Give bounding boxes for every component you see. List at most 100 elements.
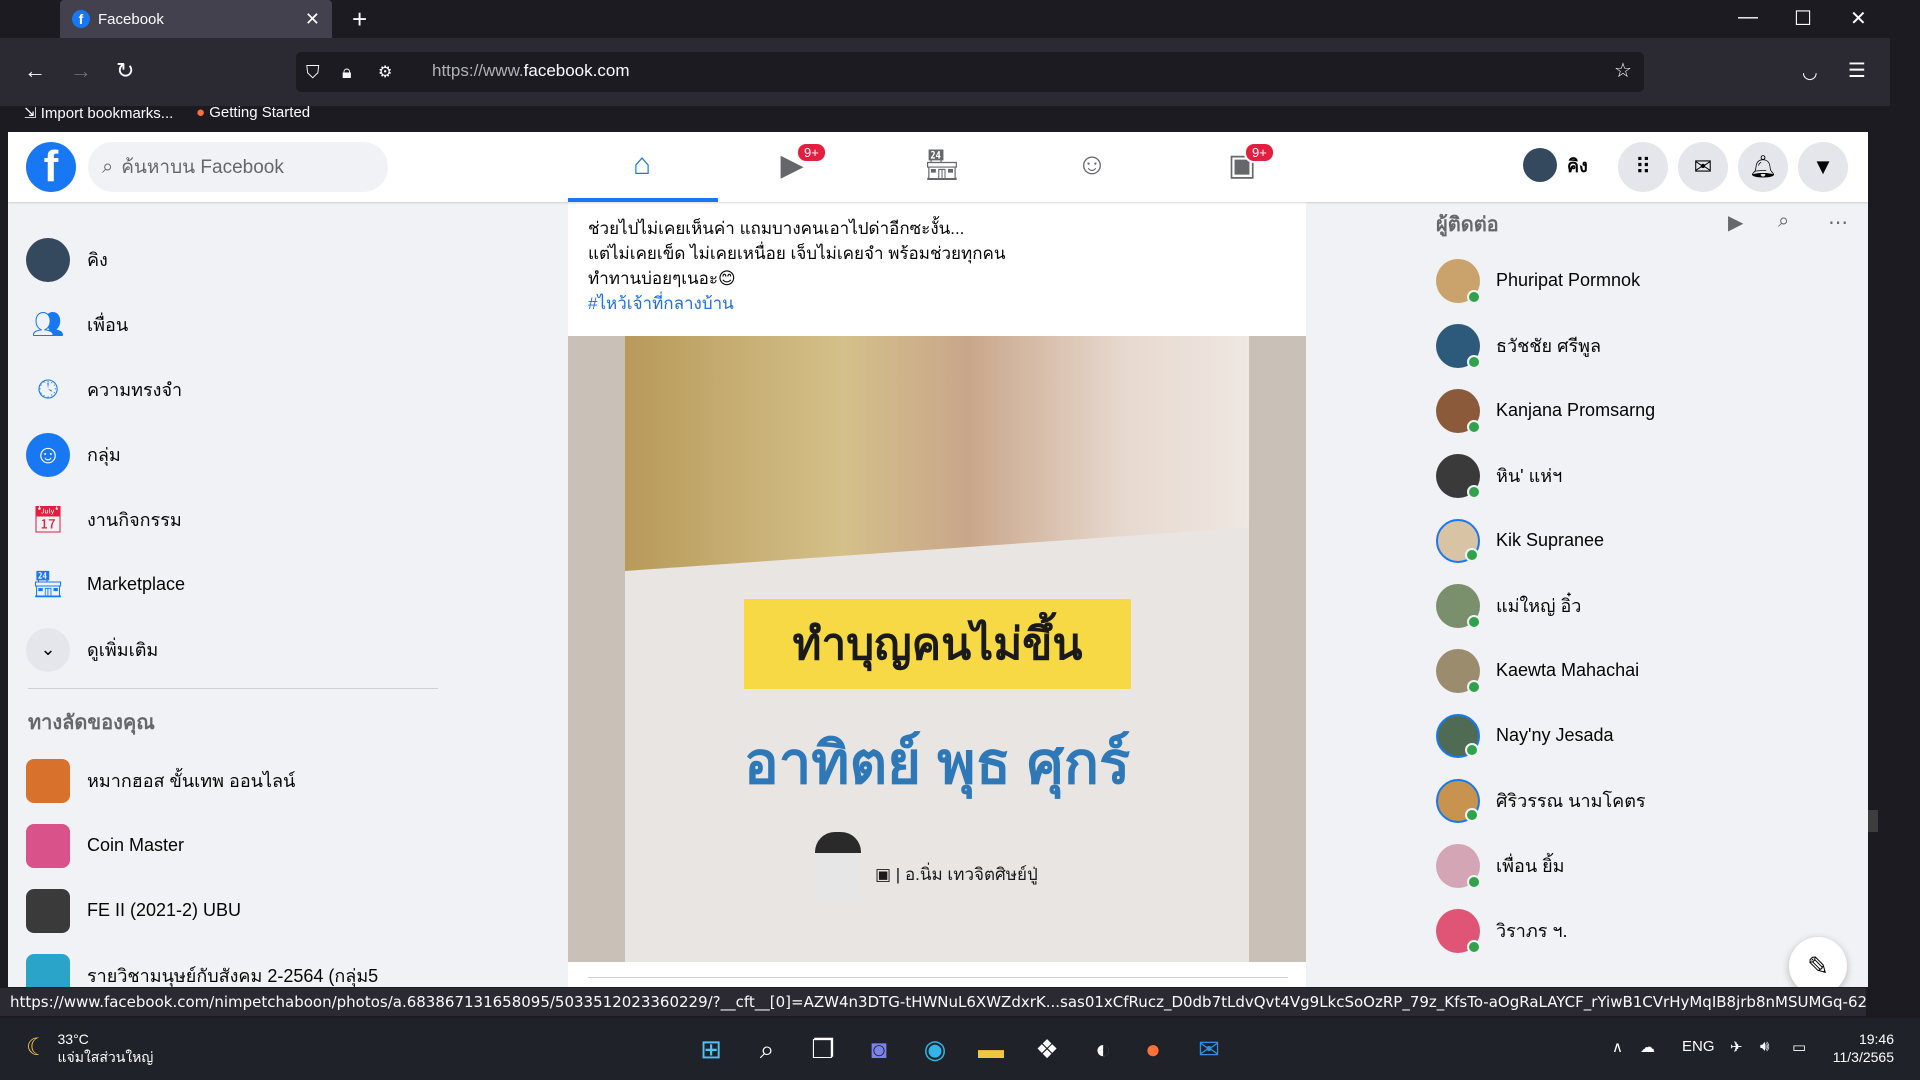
shortcut-item[interactable]: รายวิชามนุษย์กับสังคม 2-2564 (กลุ่ม5 (26, 943, 446, 987)
bookmark-getting-started-label: Getting Started (209, 104, 311, 121)
clock[interactable]: 19:46 11/3/2565 (1833, 1030, 1894, 1066)
tray-chevron-icon[interactable]: ∧ (1612, 1038, 1623, 1056)
tab-facebook[interactable]: f Facebook ✕ (60, 0, 332, 38)
groups-nav-icon[interactable]: ☺ (1072, 148, 1112, 188)
marketplace-nav-icon[interactable]: 🏪︎ (922, 148, 962, 188)
sidebar-item-see-more[interactable]: ⌄ ดูเพิ่มเติม (26, 617, 446, 682)
video-call-icon[interactable]: ▶ (1728, 210, 1743, 235)
bookmark-getting-started[interactable]: ● Getting Started (196, 104, 310, 121)
pocket-icon[interactable]: ◡ (1802, 62, 1818, 83)
photo-credit-text: อ.นิ่ม เทวจิตศิษย์ปู่ (904, 865, 1038, 884)
tab-strip: f Facebook ✕ + — ☐ ✕ (0, 0, 1890, 38)
taskbar-search-icon[interactable]: ⌕ (750, 1032, 784, 1066)
lock-icon[interactable]: 🔒︎ (342, 62, 352, 83)
mail-icon[interactable]: ✉ (1192, 1032, 1226, 1066)
sidebar-item-profile[interactable]: คิง (26, 227, 446, 292)
avatar (26, 237, 70, 282)
weather-widget[interactable]: ☾ 33°C แจ่มใสส่วนใหญ่ (26, 1030, 153, 1066)
battery-icon[interactable]: ▭ (1792, 1038, 1806, 1056)
post-hashtag[interactable]: #ไหว้เจ้าที่กลางบ้าน (588, 291, 1006, 316)
account-dropdown-icon[interactable]: ▼ (1798, 142, 1848, 192)
contact-item[interactable]: หิน' แห่ฯ (1436, 443, 1836, 508)
bookmark-import-label: Import bookmarks... (40, 105, 174, 122)
contact-item[interactable]: แม่ใหญ่ อิ๋ว (1436, 573, 1836, 638)
status-url: https://www.facebook.com/nimpetchaboon/p… (0, 988, 1866, 1016)
online-dot (1467, 419, 1481, 434)
menu-icon[interactable]: ☰ (1848, 58, 1866, 83)
shield-icon[interactable]: ⛉ (306, 62, 320, 83)
maximize-icon[interactable]: ☐ (1794, 6, 1812, 31)
contact-item[interactable]: Phuripat Pormnok (1436, 248, 1836, 313)
comment-bar[interactable] (588, 977, 1288, 987)
sidebar-item-events[interactable]: 📅︎ งานกิจกรรม (26, 487, 446, 552)
photo-days-text: อาทิตย์ พุธ ศุกร์ (743, 731, 1131, 796)
sidebar-item-marketplace[interactable]: 🏪︎ Marketplace (26, 552, 446, 617)
edge-icon[interactable]: ◉ (918, 1032, 952, 1066)
photo-credit: ▣ | อ.นิ่ม เทวจิตศิษย์ปู่ (875, 865, 1038, 884)
permissions-icon[interactable]: ⚙ (378, 62, 392, 82)
contact-item[interactable]: Nay'ny Jesada (1436, 703, 1836, 768)
contacts-title: ผู้ติดต่อ (1436, 214, 1499, 236)
online-dot (1467, 874, 1481, 889)
contact-name: ศิริวรรณ นามโคตร (1496, 791, 1646, 811)
contact-item[interactable]: เพื่อน ยิ้ม (1436, 833, 1836, 898)
back-icon[interactable]: ← (24, 58, 46, 84)
volume-icon[interactable]: 🔊︎ (1760, 1038, 1769, 1055)
contact-item[interactable]: Kik Supranee (1436, 508, 1836, 573)
shortcuts-title: ทางลัดของคุณ (28, 712, 155, 734)
facebook-logo-icon[interactable]: f (26, 142, 76, 192)
steam-icon[interactable]: ◐ (1086, 1032, 1120, 1066)
more-options-icon[interactable]: ⋯ (1828, 210, 1848, 235)
tab-close-icon[interactable]: ✕ (305, 9, 320, 30)
task-view-icon[interactable]: ❐ (806, 1032, 840, 1066)
new-message-icon[interactable]: ✎ (1789, 937, 1847, 987)
teams-chat-icon[interactable]: ◙ (862, 1032, 896, 1066)
messenger-icon[interactable]: ✉ (1678, 142, 1728, 192)
shortcut-item[interactable]: หมากฮอส ขั้นเทพ ออนไลน์ (26, 748, 446, 813)
scrollbar-thumb[interactable] (1868, 810, 1878, 832)
contact-item[interactable]: Kanjana Promsarng (1436, 378, 1836, 443)
post-text: ช่วยไปไม่เคยเห็นค่า แถมบางคนเอาไปด่าอีกซ… (588, 216, 1006, 316)
contact-item[interactable]: ธวัชชัย ศรีพูล (1436, 313, 1836, 378)
minimize-icon[interactable]: — (1738, 6, 1758, 29)
contact-name: ธวัชชัย ศรีพูล (1496, 336, 1602, 356)
clock-date: 11/3/2565 (1832, 1049, 1894, 1065)
home-icon[interactable]: ⌂ (622, 148, 662, 188)
bookmark-star-icon[interactable]: ☆ (1614, 58, 1632, 83)
sidebar-item-label: Marketplace (87, 574, 186, 594)
close-window-icon[interactable]: ✕ (1850, 6, 1867, 31)
sidebar-item-memories[interactable]: 🕓︎ ความทรงจำ (26, 357, 446, 422)
language-indicator[interactable]: ENG (1682, 1038, 1715, 1055)
onedrive-icon[interactable]: ☁ (1640, 1038, 1655, 1056)
search-input[interactable]: ⌕ ค้นหาบน Facebook (88, 142, 388, 192)
new-tab-button[interactable]: + (352, 4, 367, 35)
shortcut-item[interactable]: Coin Master (26, 813, 446, 878)
start-icon[interactable]: ⊞ (694, 1032, 728, 1066)
reload-icon[interactable]: ↻ (116, 58, 134, 84)
shortcut-label: Coin Master (87, 835, 185, 855)
events-icon: 📅︎ (31, 504, 65, 534)
contact-item[interactable]: วิราภร ฯ. (1436, 898, 1836, 963)
notifications-icon[interactable]: 🔔︎ (1738, 142, 1788, 192)
contacts-search-icon[interactable]: ⌕ (1778, 210, 1789, 233)
profile-name: คิง (1567, 155, 1588, 176)
dropbox-icon[interactable]: ❖ (1030, 1032, 1064, 1066)
forward-icon[interactable]: → (70, 58, 92, 84)
profile-chip[interactable]: คิง (1523, 148, 1588, 182)
contact-item[interactable]: Kaewta Mahachai (1436, 638, 1836, 703)
menu-grid-icon[interactable]: ⠿ (1618, 142, 1668, 192)
shortcut-item[interactable]: FE II (2021-2) UBU (26, 878, 446, 943)
sidebar-item-friends[interactable]: 👥︎ เพื่อน (26, 292, 446, 357)
contact-name: หิน' แห่ฯ (1496, 466, 1563, 486)
bookmark-import[interactable]: ⇲ Import bookmarks... (24, 104, 173, 122)
avatar (1436, 453, 1481, 499)
url-text[interactable]: https://www.facebook.com (432, 61, 629, 81)
search-icon: ⌕ (102, 155, 114, 178)
sidebar-item-groups[interactable]: ☺ กลุ่ม (26, 422, 446, 487)
shortcut-thumb (26, 888, 70, 933)
file-explorer-icon[interactable]: ▬ (974, 1032, 1008, 1066)
airplane-icon[interactable]: ✈ (1730, 1038, 1743, 1056)
contact-item[interactable]: ศิริวรรณ นามโคตร (1436, 768, 1836, 833)
firefox-taskbar-icon[interactable]: ● (1136, 1032, 1170, 1066)
post-photo[interactable]: ทำบุญคนไม่ขึ้น อาทิตย์ พุธ ศุกร์ ▣ | อ.น… (568, 336, 1306, 962)
